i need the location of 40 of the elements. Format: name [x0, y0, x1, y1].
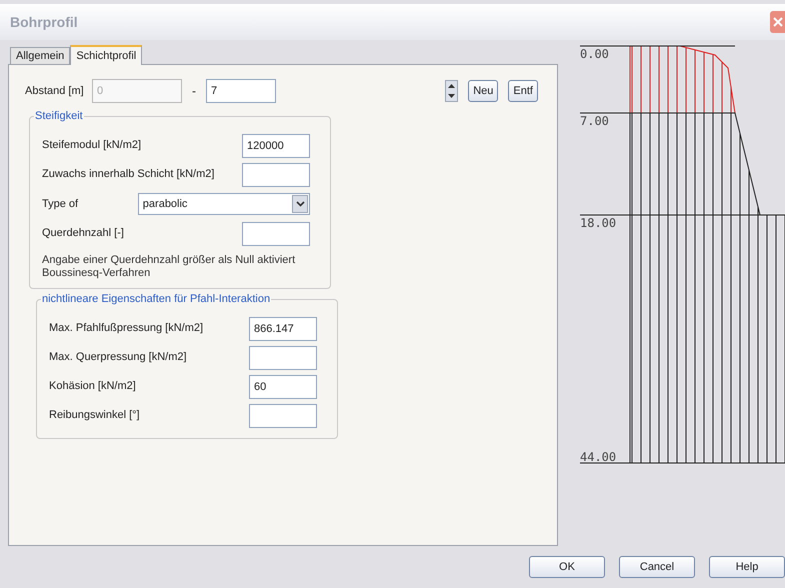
field-label: Steifemodul [kN/m2] — [42, 138, 142, 154]
depth-label: 0.00 — [580, 47, 609, 61]
depth-label: 18.00 — [580, 216, 616, 230]
field-label: Zuwachs innerhalb Schicht [kN/m2] — [42, 167, 214, 182]
field-label: Reibungswinkel [°] — [49, 408, 140, 424]
soil-layer-hatch[interactable] — [630, 214, 785, 464]
hint-text: Angabe einer Querdehnzahl größer als Null aktiviert Boussinesq-Verfahren — [42, 253, 296, 280]
group-title: nichtlineare Eigenschaften für Pfahl-Interaktion — [41, 292, 272, 306]
input-field[interactable]: 7 — [206, 79, 276, 103]
chevron-down-icon — [292, 195, 308, 213]
input-field[interactable]: 866.147 — [249, 316, 317, 340]
dropdown[interactable]: parabolic — [138, 193, 310, 215]
depth-label: 7.00 — [580, 114, 609, 128]
field-label: Max. Pfahlfußpressung [kN/m2] — [49, 321, 204, 336]
depth-label: 44.00 — [580, 450, 616, 464]
field-label: Abstand [m] — [25, 84, 85, 99]
field-label: Max. Querpressung [kN/m2] — [49, 350, 187, 366]
tab[interactable]: Schichtprofil — [70, 45, 142, 65]
input-field[interactable] — [249, 404, 317, 428]
range-separator: - — [192, 83, 196, 100]
window-title: Bohrprofil — [9, 12, 78, 32]
dialog-button[interactable]: Help — [709, 556, 785, 578]
toolbar-button[interactable]: Entf — [508, 80, 538, 102]
dialog-button[interactable]: OK — [529, 556, 605, 578]
field-label: Type of — [42, 196, 80, 212]
input-field[interactable]: 60 — [249, 374, 317, 398]
input-field[interactable] — [249, 346, 317, 370]
input-field[interactable] — [242, 162, 310, 186]
field-label: Kohäsion [kN/m2] — [49, 379, 136, 394]
input-field[interactable] — [242, 222, 310, 246]
soil-layer-hatch[interactable] — [630, 112, 761, 216]
soil-layer-hatch[interactable] — [630, 46, 736, 114]
dialog-button[interactable]: Cancel — [619, 556, 695, 578]
field-label: Querdehnzahl [-] — [42, 226, 124, 242]
tab[interactable]: Allgemein — [10, 47, 70, 64]
group-title: Steifigkeit — [34, 109, 84, 123]
spin-icon[interactable] — [445, 80, 458, 102]
close-icon[interactable] — [770, 11, 785, 33]
input-field[interactable]: 120000 — [242, 134, 310, 158]
toolbar-button[interactable]: Neu — [468, 80, 498, 102]
